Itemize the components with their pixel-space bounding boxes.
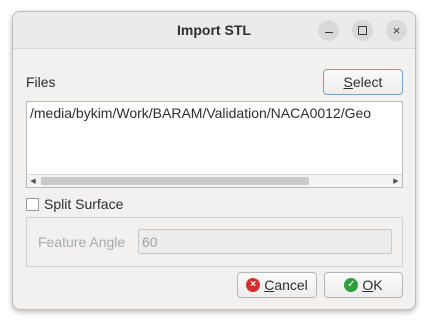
- horizontal-scrollbar[interactable]: ◀ ▶: [27, 174, 402, 187]
- split-surface-checkbox[interactable]: [26, 197, 39, 211]
- import-stl-dialog: Import STL × Files Select /media/bykim/W…: [12, 11, 416, 310]
- split-surface-label: Split Surface: [44, 196, 124, 212]
- cancel-icon: ×: [246, 278, 261, 292]
- minimize-icon: [324, 28, 333, 34]
- select-button[interactable]: Select: [323, 69, 403, 95]
- scrollbar-thumb[interactable]: [41, 177, 309, 185]
- cancel-accel: C: [264, 277, 275, 293]
- maximize-button[interactable]: [352, 20, 373, 41]
- feature-angle-input: [138, 229, 392, 254]
- ok-button[interactable]: ✓ OK: [324, 272, 403, 298]
- scroll-right-icon[interactable]: ▶: [390, 175, 402, 187]
- cancel-label-rest: ancel: [274, 277, 308, 293]
- select-label-rest: elect: [352, 74, 383, 90]
- close-icon: ×: [392, 23, 401, 38]
- file-path-text: /media/bykim/Work/BARAM/Validation/NACA0…: [30, 105, 372, 121]
- files-textbox[interactable]: /media/bykim/Work/BARAM/Validation/NACA0…: [26, 101, 403, 188]
- select-accel: S: [343, 74, 353, 90]
- scroll-left-icon[interactable]: ◀: [27, 175, 39, 187]
- ok-accel: O: [362, 277, 374, 293]
- title-bar[interactable]: Import STL ×: [13, 12, 415, 49]
- split-surface-row[interactable]: Split Surface: [26, 196, 123, 212]
- maximize-icon: [358, 26, 367, 35]
- feature-angle-group: Feature Angle: [26, 217, 403, 267]
- ok-label-rest: K: [373, 277, 383, 293]
- minimize-button[interactable]: [318, 20, 339, 41]
- ok-icon: ✓: [344, 278, 359, 292]
- feature-angle-label: Feature Angle: [38, 234, 126, 250]
- cancel-button[interactable]: × Cancel: [237, 272, 317, 298]
- close-button[interactable]: ×: [386, 20, 407, 41]
- files-label: Files: [26, 74, 56, 90]
